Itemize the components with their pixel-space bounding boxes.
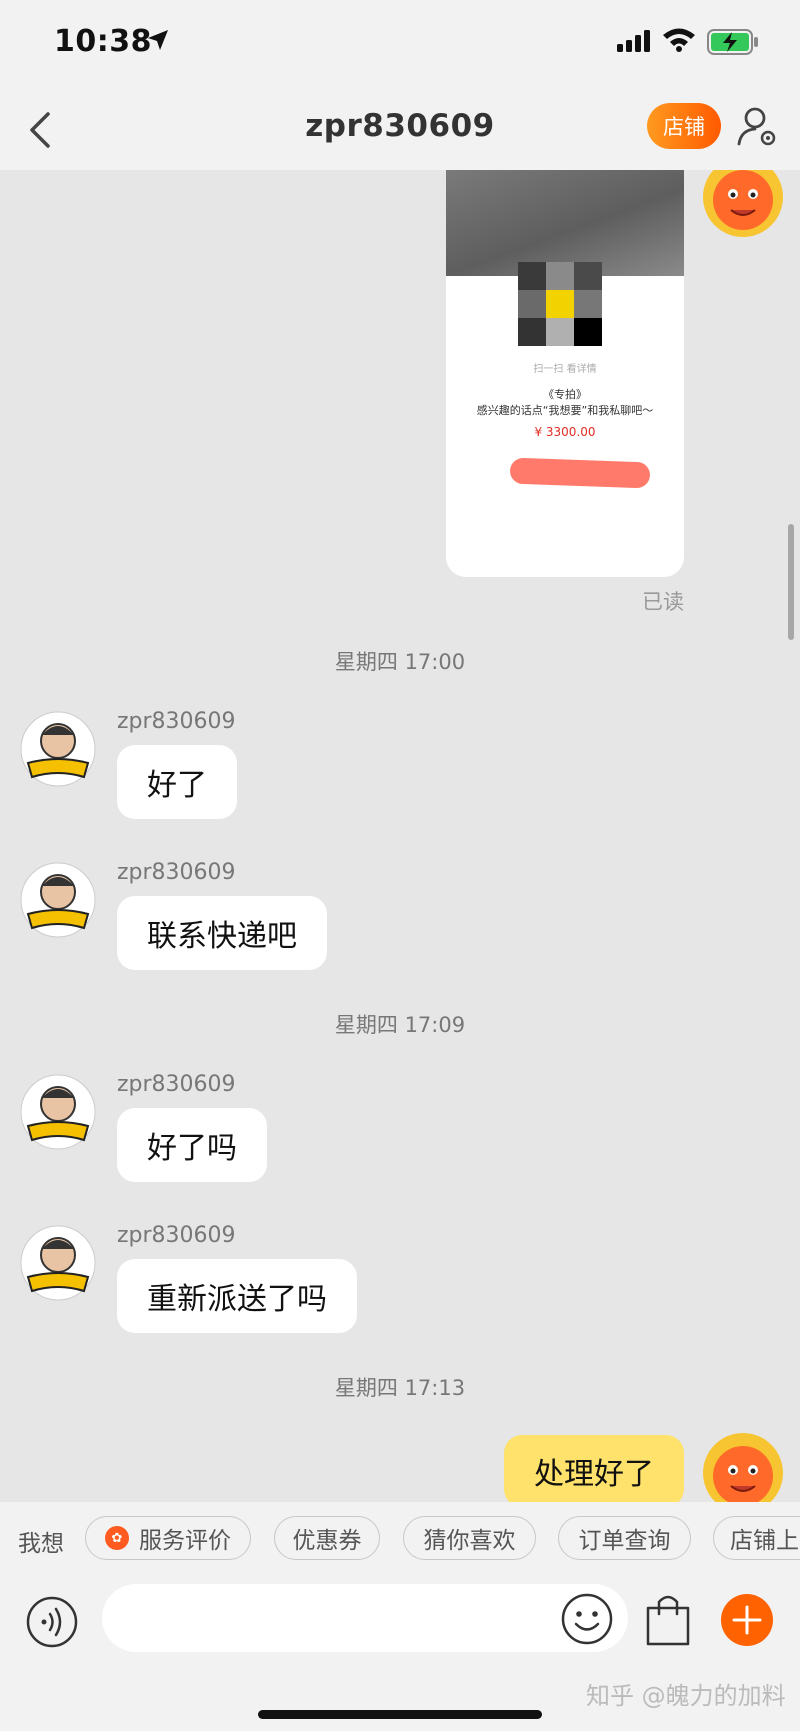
chip-service-review[interactable]: ✿ 服务评价 bbox=[85, 1516, 251, 1560]
my-message-bubble[interactable]: 处理好了 bbox=[504, 1435, 684, 1502]
product-scan-text: 扫一扫 看详情 bbox=[533, 364, 597, 375]
product-title: 《专拍》 bbox=[543, 388, 587, 401]
sender-name: zpr830609 bbox=[117, 1072, 236, 1097]
product-subtitle: 感兴趣的话点“我想要”和我私聊吧～ bbox=[476, 404, 654, 417]
shopping-bag-icon[interactable] bbox=[642, 1590, 694, 1648]
product-price: ¥ 3300.00 bbox=[534, 425, 596, 439]
sender-avatar[interactable] bbox=[20, 1225, 96, 1301]
chip-label: 订单查询 bbox=[578, 1528, 671, 1554]
service-review-icon: ✿ bbox=[105, 1526, 129, 1550]
chip-label: 猜你喜欢 bbox=[423, 1528, 516, 1554]
sender-avatar[interactable] bbox=[20, 862, 96, 938]
home-indicator[interactable] bbox=[258, 1710, 542, 1719]
input-bar: 知乎 @魄力的加料 bbox=[0, 1584, 800, 1731]
chip-label: 店铺上新 bbox=[730, 1528, 800, 1554]
product-card[interactable]: 扫一扫 看详情 《专拍》 感兴趣的话点“我想要”和我私聊吧～ ¥ 3300.00 bbox=[446, 170, 684, 577]
plus-icon[interactable] bbox=[721, 1594, 773, 1646]
quick-actions-bar: 我想 ✿ 服务评价 优惠券 猜你喜欢 订单查询 店铺上新 bbox=[0, 1502, 800, 1584]
nav-bar: zpr830609 店铺 bbox=[0, 88, 800, 170]
voice-icon[interactable] bbox=[26, 1596, 78, 1648]
chip-coupons[interactable]: 优惠券 bbox=[274, 1516, 380, 1560]
shop-button[interactable]: 店铺 bbox=[647, 103, 721, 149]
cellular-signal-icon bbox=[617, 30, 650, 52]
user-settings-icon[interactable] bbox=[736, 104, 780, 148]
sender-name: zpr830609 bbox=[117, 709, 236, 734]
chip-shop-new[interactable]: 店铺上新 bbox=[713, 1516, 800, 1560]
sender-avatar[interactable] bbox=[20, 1074, 96, 1150]
my-avatar[interactable] bbox=[698, 1428, 788, 1502]
scrollbar[interactable] bbox=[788, 524, 794, 640]
status-time: 10:38 bbox=[54, 24, 152, 59]
my-avatar[interactable] bbox=[698, 170, 788, 242]
battery-charging-icon bbox=[707, 29, 758, 55]
message-bubble[interactable]: 好了 bbox=[117, 745, 237, 819]
wifi-icon bbox=[663, 28, 695, 52]
sender-avatar[interactable] bbox=[20, 711, 96, 787]
chat-area[interactable]: 扫一扫 看详情 《专拍》 感兴趣的话点“我想要”和我私聊吧～ ¥ 3300.00… bbox=[0, 170, 800, 1502]
read-receipt: 已读 bbox=[642, 590, 684, 614]
timestamp: 星期四 17:13 bbox=[334, 1376, 466, 1400]
timestamp: 星期四 17:00 bbox=[334, 650, 466, 674]
redaction-scribble bbox=[509, 457, 651, 489]
sender-name: zpr830609 bbox=[117, 860, 236, 885]
location-arrow-icon bbox=[148, 30, 168, 50]
watermark: 知乎 @魄力的加料 bbox=[586, 1682, 786, 1710]
qr-code-blurred bbox=[518, 262, 602, 346]
sender-name: zpr830609 bbox=[117, 1223, 236, 1248]
status-bar: 10:38 bbox=[0, 0, 800, 88]
message-bubble[interactable]: 联系快递吧 bbox=[117, 896, 327, 970]
message-input[interactable] bbox=[102, 1584, 628, 1652]
product-photo bbox=[446, 170, 684, 276]
message-bubble[interactable]: 重新派送了吗 bbox=[117, 1259, 357, 1333]
chip-label: 优惠券 bbox=[292, 1528, 362, 1554]
timestamp: 星期四 17:09 bbox=[334, 1013, 466, 1037]
chip-recommend[interactable]: 猜你喜欢 bbox=[403, 1516, 536, 1560]
emoji-icon[interactable] bbox=[560, 1592, 614, 1646]
chip-label: 服务评价 bbox=[139, 1528, 231, 1554]
chip-order-query[interactable]: 订单查询 bbox=[558, 1516, 691, 1560]
message-bubble[interactable]: 好了吗 bbox=[117, 1108, 267, 1182]
quick-actions-label: 我想 bbox=[18, 1531, 64, 1557]
